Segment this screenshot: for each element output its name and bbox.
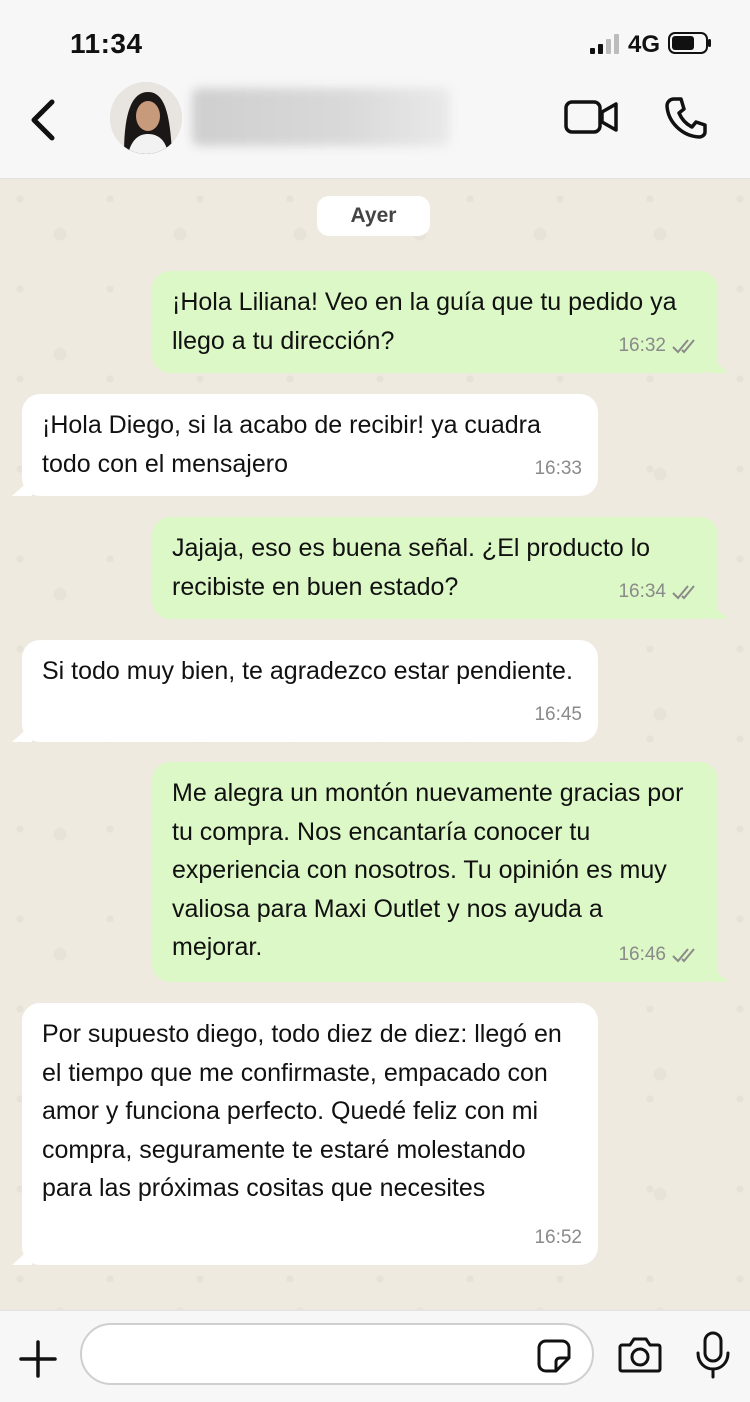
message-time: 16:52 (534, 1226, 582, 1248)
microphone-icon[interactable] (694, 1331, 732, 1379)
message-incoming[interactable]: Por supuesto diego, todo diez de diez: l… (22, 1003, 598, 1265)
message-text: Jajaja, eso es buena señal. ¿El producto… (172, 534, 651, 601)
message-meta: 16:46 (618, 936, 702, 975)
message-time: 16:34 (618, 580, 666, 602)
network-type: 4G (628, 31, 661, 58)
message-text: ¡Hola Liliana! Veo en la guía que tu ped… (172, 288, 677, 355)
message-time: 16:33 (534, 457, 582, 479)
contact-avatar[interactable] (110, 82, 182, 154)
double-check-icon (672, 339, 695, 354)
chat-area[interactable]: Ayer ¡Hola Liliana! Veo en la guía que t… (0, 179, 750, 1310)
message-time: 16:45 (534, 703, 582, 725)
message-input-bar (0, 1310, 750, 1402)
message-text: Por supuesto diego, todo diez de diez: l… (42, 1020, 562, 1202)
message-meta: 16:45 (534, 696, 582, 735)
chat-header (0, 78, 750, 179)
plus-icon[interactable] (18, 1339, 58, 1379)
message-input[interactable] (80, 1323, 594, 1385)
message-outgoing[interactable]: Jajaja, eso es buena señal. ¿El producto… (152, 517, 718, 619)
message-incoming[interactable]: ¡Hola Diego, si la acabo de recibir! ya … (22, 394, 598, 496)
status-time: 11:34 (70, 28, 143, 59)
message-meta: 16:52 (534, 1219, 582, 1258)
double-check-icon (672, 585, 695, 600)
message-time: 16:46 (618, 943, 666, 965)
back-chevron-icon[interactable] (26, 96, 62, 144)
message-outgoing[interactable]: ¡Hola Liliana! Veo en la guía que tu ped… (152, 271, 718, 373)
message-meta: 16:32 (618, 327, 702, 366)
message-text: Me alegra un montón nuevamente gracias p… (172, 779, 684, 961)
battery-icon (668, 32, 711, 54)
message-meta: 16:33 (534, 450, 582, 489)
message-incoming[interactable]: Si todo muy bien, te agradezco estar pen… (22, 640, 598, 742)
date-separator: Ayer (317, 196, 430, 236)
camera-icon[interactable] (618, 1335, 662, 1375)
signal-icon (590, 34, 619, 54)
message-time: 16:32 (618, 334, 666, 356)
avatar-photo (110, 82, 182, 154)
contact-name-blurred[interactable] (192, 88, 450, 146)
message-text: ¡Hola Diego, si la acabo de recibir! ya … (42, 411, 541, 478)
message-text: Si todo muy bien, te agradezco estar pen… (42, 657, 573, 685)
video-call-icon[interactable] (564, 98, 618, 136)
phone-call-icon[interactable] (664, 96, 708, 140)
status-bar: 11:34 4G (0, 0, 750, 78)
message-meta: 16:34 (618, 573, 702, 612)
double-check-icon (672, 948, 695, 963)
sticker-icon[interactable] (536, 1338, 572, 1374)
message-outgoing[interactable]: Me alegra un montón nuevamente gracias p… (152, 762, 718, 982)
